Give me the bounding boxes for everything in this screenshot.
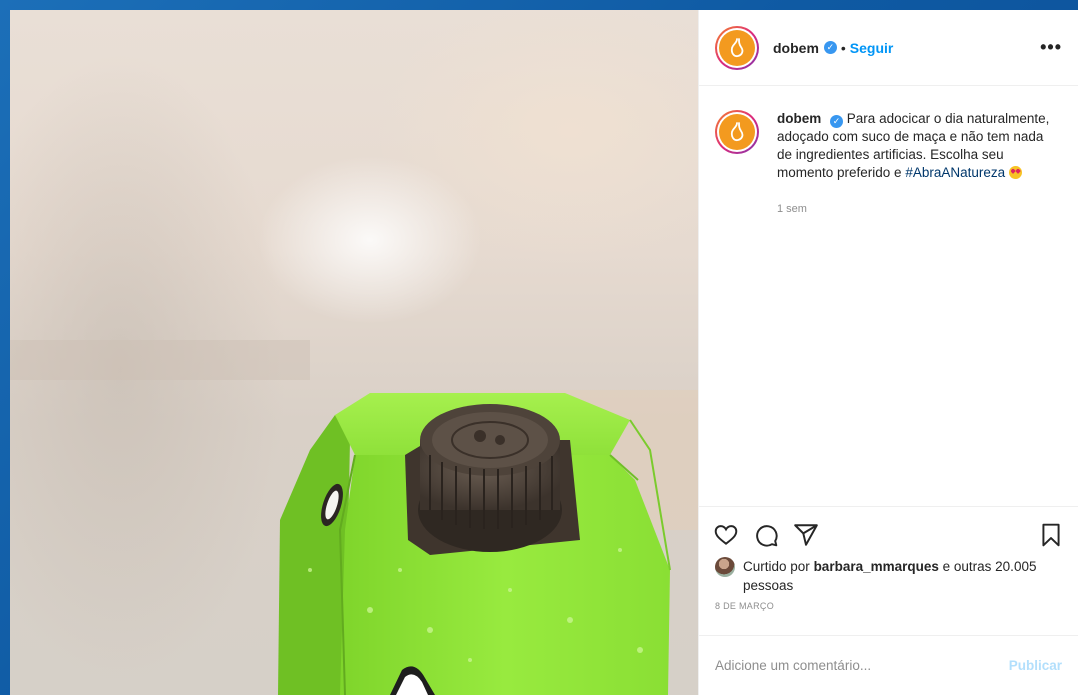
bookmark-icon[interactable] [1038,522,1064,548]
juice-carton-image [10,340,698,695]
post-date: 8 DE MARÇO [715,601,775,611]
verified-icon: ✓ [823,41,837,54]
pear-logo-icon [730,37,744,57]
share-icon[interactable] [793,522,819,548]
post-footer: Curtido por barbara_mmarques e outras 20… [699,506,1078,695]
likes-prefix: Curtido por [743,559,810,574]
liker-username[interactable]: barbara_mmarques [814,559,939,574]
more-options-icon[interactable]: ••• [1040,37,1062,58]
action-bar [699,507,1078,551]
heart-icon[interactable] [713,522,739,548]
header-username[interactable]: dobem [773,40,819,56]
publish-button[interactable]: Publicar [1009,658,1062,673]
liker-avatar[interactable] [715,557,735,577]
pear-logo-icon [730,122,744,142]
post-caption: dobem ✓ Para adocicar o dia naturalmente… [699,86,1078,218]
verified-icon: ✓ [830,115,844,128]
comment-icon[interactable] [753,522,779,548]
post-side-panel: dobem ✓ • Seguir ••• dobem ✓ Para adocic… [698,10,1078,695]
follow-button[interactable]: Seguir [850,40,894,56]
heart-eyes-emoji [1009,166,1023,179]
caption-username[interactable]: dobem [777,111,821,126]
comment-box: Publicar [699,635,1078,695]
avatar[interactable] [715,25,759,70]
likes-summary: Curtido por barbara_mmarques e outras 20… [699,551,1078,595]
comment-input[interactable] [715,658,1009,673]
post-photo[interactable] [10,10,698,695]
hashtag-link[interactable]: #AbraANatureza [905,165,1005,180]
post-modal: dobem ✓ • Seguir ••• dobem ✓ Para adocic… [10,10,1078,695]
caption-avatar[interactable] [715,110,759,154]
separator: • [840,39,846,56]
post-time-ago: 1 sem [777,203,807,215]
post-header: dobem ✓ • Seguir ••• [699,10,1078,86]
